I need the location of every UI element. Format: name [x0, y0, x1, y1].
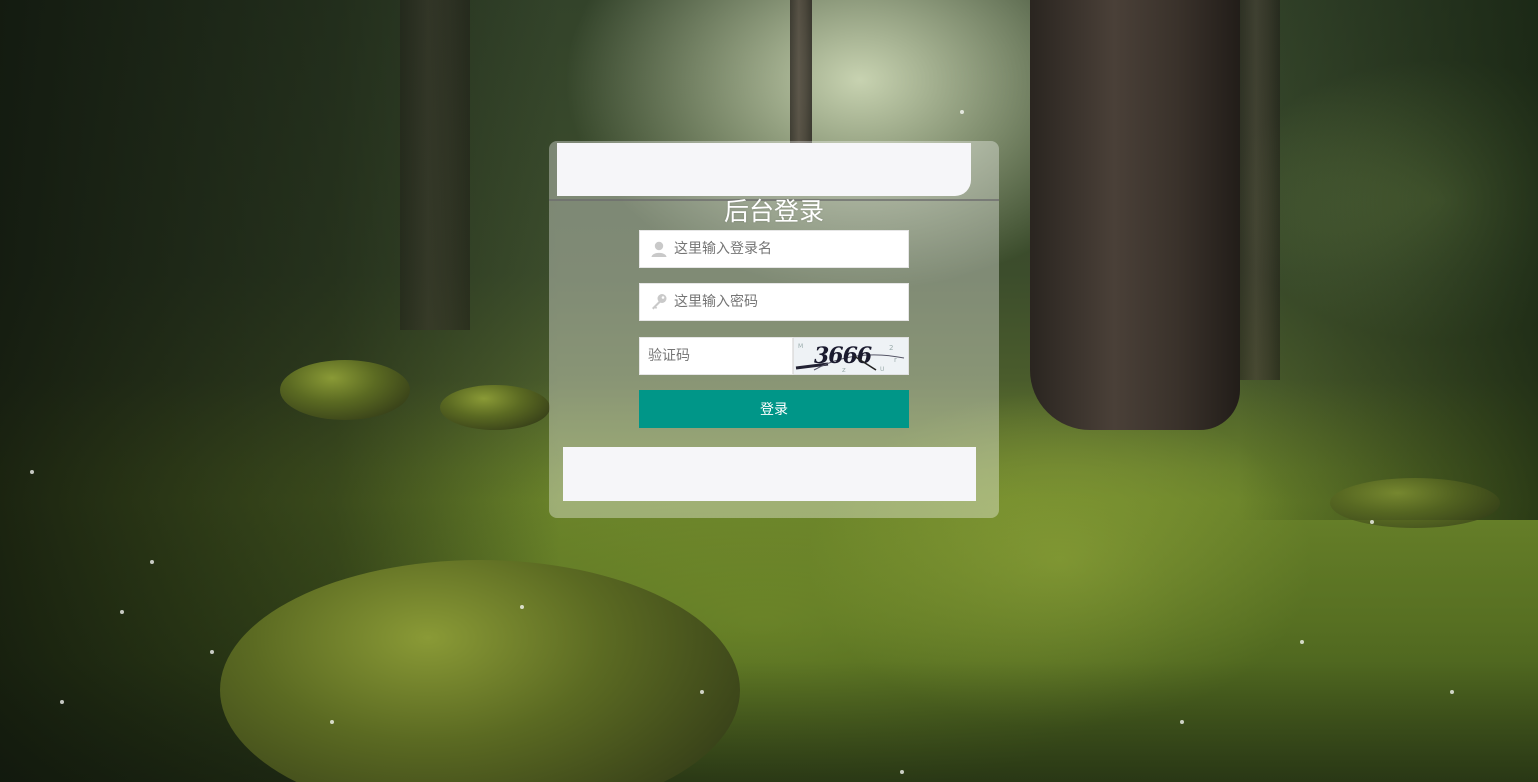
- light-particle: [1450, 690, 1454, 694]
- light-particle: [1180, 720, 1184, 724]
- light-particle: [60, 700, 64, 704]
- password-input[interactable]: [674, 284, 904, 320]
- svg-text:U: U: [880, 366, 884, 373]
- captcha-input[interactable]: [648, 338, 788, 374]
- light-particle: [150, 560, 154, 564]
- light-particle: [700, 690, 704, 694]
- mossy-rock: [280, 360, 410, 420]
- shadow-right: [1238, 0, 1538, 520]
- mossy-rock: [440, 385, 550, 430]
- svg-text:r: r: [894, 356, 897, 364]
- password-field[interactable]: [639, 283, 909, 321]
- captcha-image[interactable]: M 2 r z U 3666: [793, 337, 909, 375]
- light-particle: [30, 470, 34, 474]
- username-field[interactable]: [639, 230, 909, 268]
- username-input[interactable]: [674, 231, 904, 267]
- light-particle: [1370, 520, 1374, 524]
- user-icon: [649, 239, 669, 259]
- captcha-code: 3666: [814, 343, 872, 369]
- light-particle: [900, 770, 904, 774]
- login-panel: 后台登录 M 2 r z U: [549, 141, 999, 518]
- light-particle: [210, 650, 214, 654]
- svg-text:M: M: [798, 343, 803, 350]
- captcha-field[interactable]: [639, 337, 793, 375]
- login-title: 后台登录: [723, 197, 824, 226]
- light-particle: [1300, 640, 1304, 644]
- tree-trunk: [790, 0, 812, 150]
- light-particle: [120, 610, 124, 614]
- light-particle: [330, 720, 334, 724]
- mossy-rock: [1330, 478, 1500, 528]
- svg-text:2: 2: [889, 344, 893, 352]
- light-particle: [520, 605, 524, 609]
- light-particle: [960, 110, 964, 114]
- key-icon: [649, 292, 669, 312]
- panel-header-box: [557, 143, 971, 196]
- tree-trunk-large: [1030, 0, 1240, 430]
- panel-footer-box: [563, 447, 976, 501]
- login-button[interactable]: 登录: [639, 390, 909, 428]
